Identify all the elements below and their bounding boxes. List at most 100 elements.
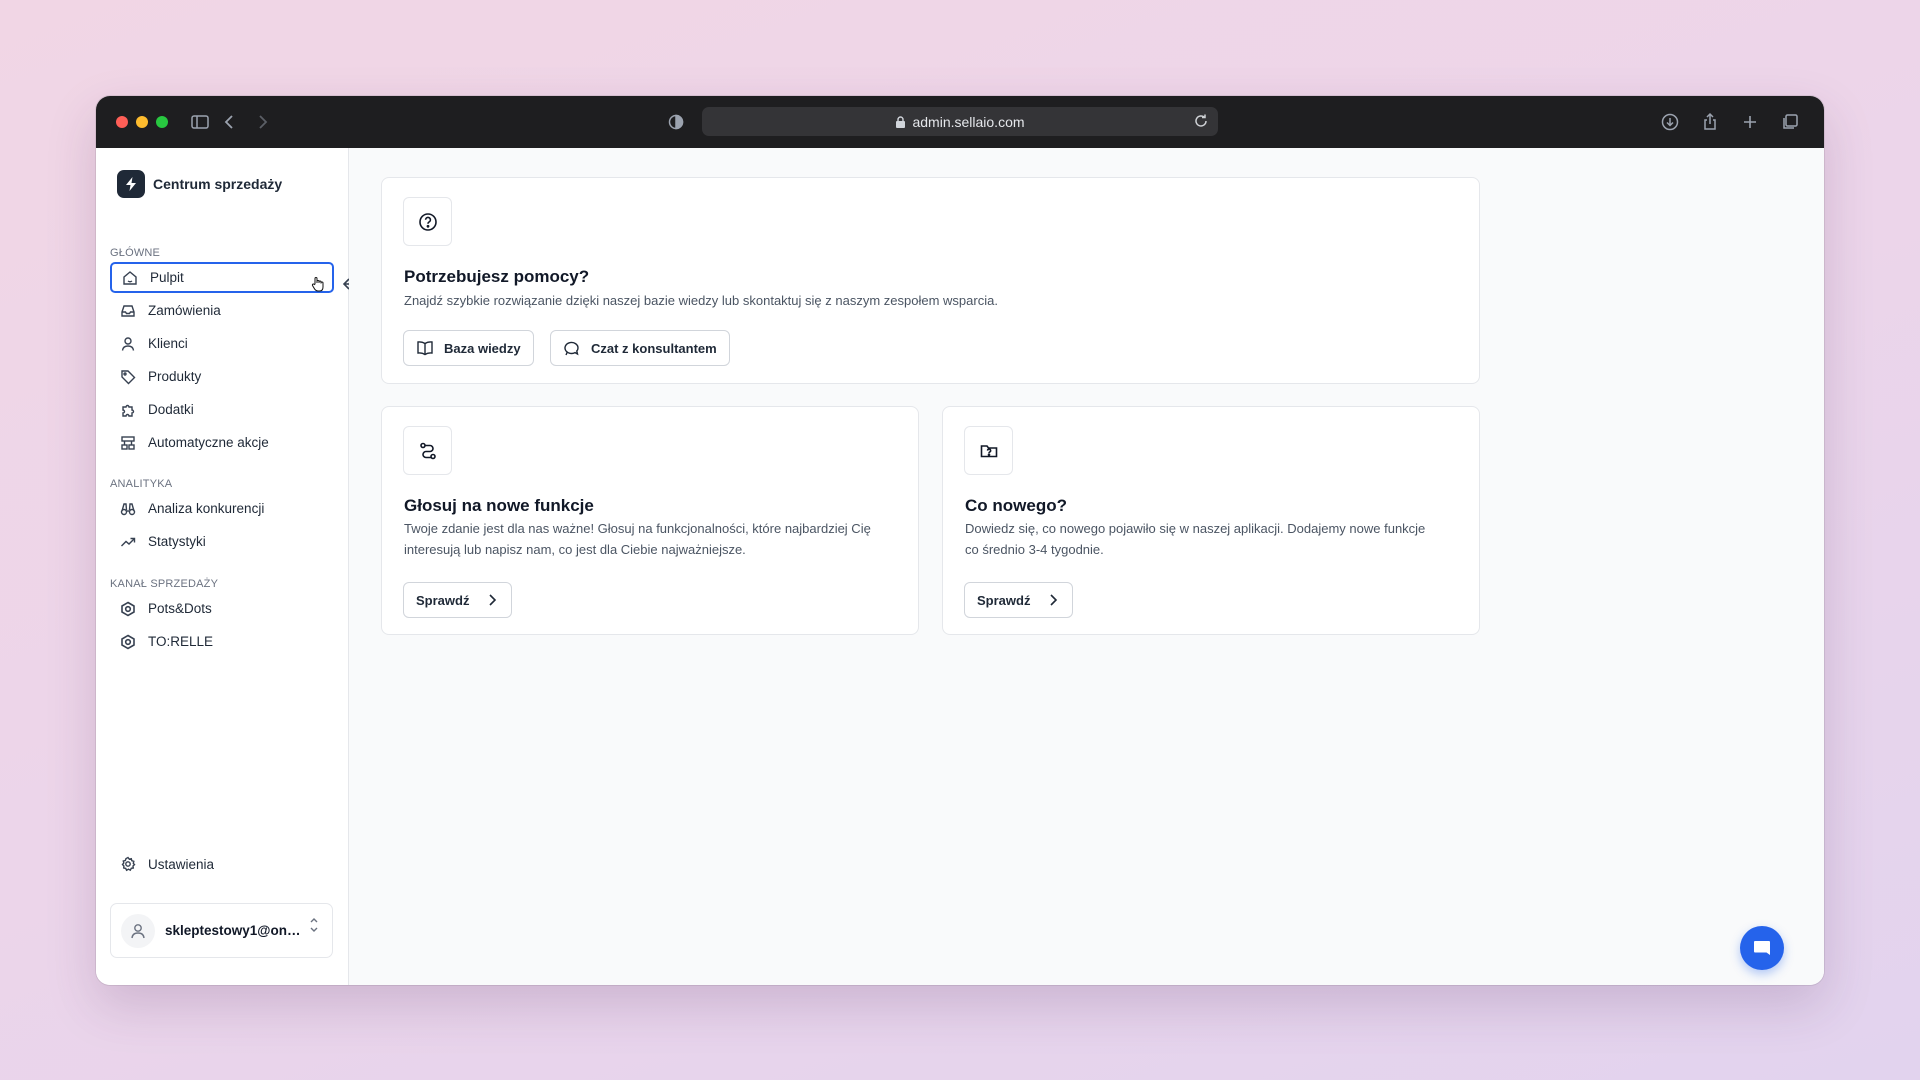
- share-icon[interactable]: [1698, 110, 1722, 134]
- account-email: skleptestowy1@onet...: [165, 923, 305, 938]
- section-label-main: GŁÓWNE: [110, 247, 161, 259]
- sidebar-item-label: Pots&Dots: [148, 601, 212, 616]
- sidebar-item-label: Automatyczne akcje: [148, 435, 269, 450]
- news-card-title: Co nowego?: [965, 496, 1067, 515]
- sidebar-item-produkty[interactable]: Produkty: [110, 361, 334, 392]
- workflow-icon: [121, 435, 135, 450]
- news-check-label: Sprawdź: [977, 592, 1031, 608]
- news-card-description-line: co średnio 3-4 tygodnie.: [965, 542, 1104, 557]
- news-card-description-line: Dowiedz się, co nowego pojawiło się w na…: [965, 521, 1426, 536]
- privacy-shield-icon[interactable]: [664, 110, 688, 134]
- vote-card-description-line: Twoje zdanie jest dla nas ważne! Głosuj …: [404, 521, 871, 536]
- channel-icon: [121, 634, 135, 649]
- help-icon-box: [403, 197, 452, 246]
- help-card-title: Potrzebujesz pomocy?: [404, 267, 590, 286]
- sidebar-item-analiza-konkurencji[interactable]: Analiza konkurencji: [110, 493, 334, 524]
- minimize-window-button[interactable]: [136, 116, 148, 128]
- user-icon: [121, 336, 135, 351]
- sidebar-toggle-icon[interactable]: [188, 110, 212, 134]
- help-card-description: Znajdź szybkie rozwiązanie dzięki naszej…: [404, 293, 998, 308]
- url-text: admin.sellaio.com: [912, 113, 1025, 130]
- help-card: Potrzebujesz pomocy? Znajdź szybkie rozw…: [381, 177, 1480, 384]
- question-circle-icon: [418, 212, 437, 231]
- forward-arrow-icon[interactable]: [250, 110, 274, 134]
- section-label-channels: KANAŁ SPRZEDAŻY: [110, 578, 219, 590]
- sidebar-item-label: Zamówienia: [148, 303, 221, 318]
- address-bar[interactable]: admin.sellaio.com: [702, 107, 1218, 136]
- sidebar-item-pots-dots[interactable]: Pots&Dots: [110, 593, 334, 624]
- sidebar: Centrum sprzedaży GŁÓWNE Pulpit Zamówien…: [96, 148, 378, 985]
- browser-titlebar: admin.sellaio.com: [96, 96, 1824, 148]
- browser-window: admin.sellaio.com Centrum sprzedaży GŁÓW…: [96, 96, 1824, 985]
- chevron-right-icon: [489, 594, 497, 606]
- hand-cursor-icon: [311, 277, 324, 292]
- chat-consultant-button[interactable]: Czat z konsultantem: [550, 330, 730, 366]
- route-icon: [419, 442, 436, 459]
- puzzle-icon: [122, 404, 135, 417]
- sidebar-item-label: Analiza konkurencji: [148, 501, 265, 516]
- vote-card-description: Twoje zdanie jest dla nas ważne! Głosuj …: [404, 518, 871, 560]
- sidebar-item-zamowienia[interactable]: Zamówienia: [110, 295, 334, 326]
- sidebar-item-label: Pulpit: [150, 270, 184, 285]
- chevron-right-icon: [1050, 594, 1058, 606]
- news-card-description: Dowiedz się, co nowego pojawiło się w na…: [965, 518, 1425, 560]
- book-open-icon: [417, 341, 433, 356]
- sidebar-item-dodatki[interactable]: Dodatki: [110, 394, 334, 425]
- brand-name: Centrum sprzedaży: [153, 176, 283, 192]
- sidebar-item-ustawienia[interactable]: Ustawienia: [120, 856, 214, 872]
- news-check-button[interactable]: Sprawdź: [964, 582, 1074, 618]
- sidebar-item-label: Klienci: [148, 336, 188, 351]
- download-icon[interactable]: [1658, 110, 1682, 134]
- vote-icon-box: [403, 426, 452, 475]
- back-arrow-icon[interactable]: [218, 110, 242, 134]
- vote-check-label: Sprawdź: [416, 592, 470, 608]
- chat-icon: [1754, 941, 1770, 955]
- section-label-analytics: ANALITYKA: [110, 478, 173, 490]
- news-icon-box: [964, 426, 1013, 475]
- brand-logo-icon: [117, 170, 145, 198]
- chat-bubble-icon: [564, 341, 579, 356]
- vote-card: Głosuj na nowe funkcje Twoje zdanie jest…: [381, 406, 919, 635]
- settings-label: Ustawienia: [148, 856, 215, 872]
- sidebar-item-label: Statystyki: [148, 534, 206, 549]
- nav-channels: Pots&Dots TO:RELLE: [110, 593, 334, 659]
- chevron-up-down-icon: [310, 918, 318, 932]
- tab-overview-icon[interactable]: [1778, 110, 1802, 134]
- nav-main: Pulpit Zamówienia Klienci Produkty Dodat…: [110, 262, 334, 460]
- gear-icon: [121, 856, 136, 872]
- trending-up-icon: [121, 537, 136, 546]
- channel-icon: [121, 601, 135, 616]
- account-switcher[interactable]: skleptestowy1@onet...: [110, 903, 333, 958]
- inbox-icon: [121, 304, 135, 317]
- reload-icon[interactable]: [1192, 112, 1210, 130]
- sidebar-item-pulpit[interactable]: Pulpit: [110, 262, 334, 293]
- binoculars-icon: [120, 502, 136, 515]
- main-content: Potrzebujesz pomocy? Znajdź szybkie rozw…: [349, 148, 1824, 985]
- live-chat-button[interactable]: [1740, 926, 1784, 970]
- sidebar-item-statystyki[interactable]: Statystyki: [110, 526, 334, 557]
- tag-icon: [121, 369, 136, 384]
- avatar: [121, 913, 155, 948]
- home-icon: [123, 270, 137, 285]
- vote-card-title: Głosuj na nowe funkcje: [404, 496, 594, 515]
- nav-analytics: Analiza konkurencji Statystyki: [110, 493, 334, 559]
- sidebar-item-label: Produkty: [148, 369, 202, 384]
- brand[interactable]: Centrum sprzedaży: [117, 170, 282, 198]
- close-window-button[interactable]: [116, 116, 128, 128]
- vote-card-description-line: interesują lub napisz nam, co jest dla C…: [404, 542, 746, 557]
- knowledge-base-button[interactable]: Baza wiedzy: [403, 330, 534, 366]
- vote-check-button[interactable]: Sprawdź: [403, 582, 513, 618]
- news-card: Co nowego? Dowiedz się, co nowego pojawi…: [942, 406, 1480, 635]
- user-icon: [131, 923, 145, 938]
- lock-icon: [896, 115, 906, 128]
- sidebar-item-automatyczne-akcje[interactable]: Automatyczne akcje: [110, 427, 334, 458]
- sidebar-item-torelle[interactable]: TO:RELLE: [110, 626, 334, 657]
- knowledge-base-label: Baza wiedzy: [444, 340, 521, 356]
- sidebar-item-label: Dodatki: [148, 402, 194, 417]
- maximize-window-button[interactable]: [156, 116, 168, 128]
- sidebar-item-label: TO:RELLE: [148, 634, 214, 649]
- new-tab-icon[interactable]: [1738, 110, 1762, 134]
- sidebar-item-klienci[interactable]: Klienci: [110, 328, 334, 359]
- window-controls: [116, 116, 168, 128]
- chat-consultant-label: Czat z konsultantem: [591, 340, 717, 356]
